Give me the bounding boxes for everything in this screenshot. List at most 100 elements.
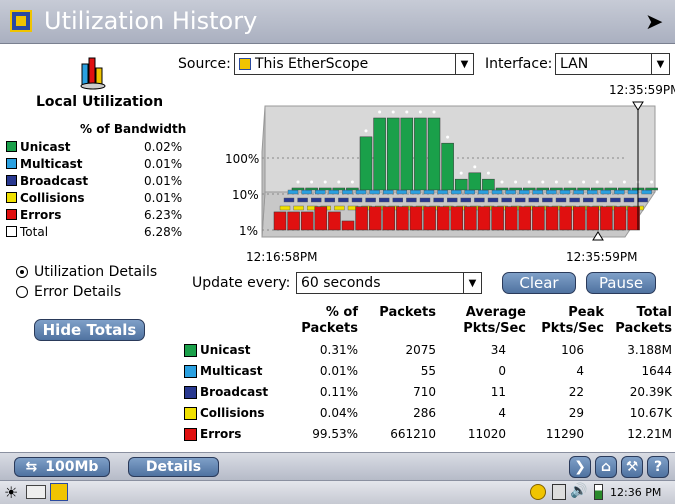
chart-band-segment [351,197,363,203]
chart-bar-errors [464,206,477,231]
chart-band-segment [423,189,435,195]
chart-band-segment [433,197,444,203]
legend-item: Collisions 0.01% [6,189,186,206]
bandwidth-column-header: % of Bandwidth [80,122,187,136]
chart-peak-dot [405,110,409,114]
chart-bar-errors [491,206,504,231]
chart-bar-errors [532,206,545,231]
chart-bar-errors [545,206,559,231]
battery-icon[interactable] [594,484,603,500]
chart-bar-errors [477,206,491,231]
chart-bar-errors [450,206,464,231]
clear-button[interactable]: Clear [502,272,576,294]
tools-icon[interactable]: ⚒ [621,456,643,478]
source-label: Source: [178,56,231,72]
chart-bar-errors [328,211,341,231]
chart-band-segment [310,197,322,203]
chart-band-segment [451,189,462,195]
chart-band-segment [464,189,475,195]
chart-band-segment [583,197,594,203]
chart-peak-dot [500,180,504,184]
chart-band-segment [283,197,295,203]
chart-peak-dot [650,180,654,184]
chart-band-segment [501,197,512,203]
chart-peak-dot [609,180,613,184]
chevron-down-icon: ▼ [651,54,669,74]
chart-bar-unicast [359,136,373,191]
chart-band-segment [600,189,611,195]
swap-arrows-icon: ⇆ [25,459,38,475]
app-icon [10,10,32,32]
column-header: Peak Pkts/Sec [541,305,604,336]
chart-peak-dot [350,180,354,184]
chart-bar-unicast [618,187,631,191]
update-every-label: Update every: [192,275,291,291]
clock: 12:36 PM [610,486,662,499]
collisions-swatch [6,192,17,203]
chart-band-segment [555,197,567,203]
chart-peak-dot [391,110,395,114]
start-menu-icon[interactable]: ☀ [4,483,24,502]
forward-icon[interactable]: ❯ [569,456,591,478]
help-icon[interactable]: ? [647,456,669,478]
chart-bar-errors [600,206,613,231]
chart-band-segment [369,189,380,195]
chart-band-segment [437,189,448,195]
utilization-legend: Unicast 0.02% Multicast 0.01% Broadcast 0.0… [6,138,186,240]
broadcast-swatch [184,385,197,399]
chart-band-segment [287,189,299,195]
chart-band-segment [297,197,308,203]
column-header: Average Pkts/Sec [463,305,526,336]
storage-icon[interactable] [552,484,566,500]
chart-band-segment [378,197,390,203]
window-title: Utilization History [44,7,258,35]
legend-item: Errors 6.23% [6,206,186,223]
chart-bar-errors [423,206,436,231]
status-icon[interactable] [530,484,546,500]
chart-bar-errors [382,206,396,231]
pointer-help-icon[interactable]: ➤ [645,10,663,35]
legend-item: Unicast 0.02% [6,138,186,155]
chart-band-segment [505,189,516,195]
update-interval-select[interactable]: 60 seconds ▼ [296,272,482,294]
source-select[interactable]: This EtherScope ▼ [234,53,474,75]
chart-peak-dot [310,180,314,184]
y-tick-label: 100% [225,152,260,166]
chart-band-segment [396,189,408,195]
chart-peak-dot [296,180,300,184]
hide-totals-button[interactable]: Hide Totals [34,319,145,341]
chart-bar-unicast [577,187,590,191]
chart-band-segment [573,189,584,195]
chart-bar-unicast [305,187,318,191]
chart-peak-dot [337,180,341,184]
home-icon[interactable]: ⌂ [595,456,617,478]
chart-band-segment [623,197,635,203]
chart-peak-dot [432,110,436,114]
chart-bar-errors [504,206,518,231]
link-speed-button[interactable]: ⇆ 100Mb [14,457,110,477]
errors-swatch [6,209,17,220]
chart-peak-dot [514,180,518,184]
total-swatch [6,226,17,237]
chart-bar-unicast [441,142,454,191]
pause-button[interactable]: Pause [586,272,656,294]
chart-band-segment [314,189,326,195]
details-button[interactable]: Details [128,457,219,477]
chart-band-segment [627,189,639,195]
chart-band-segment [279,205,291,211]
legend-item: Broadcast 0.01% [6,172,186,189]
unicast-swatch [6,141,17,152]
chart-bar-errors [518,206,532,231]
chart-band-segment [338,197,349,203]
chart-bar-unicast [645,187,658,191]
chart-band-segment [474,197,485,203]
utilization-details-radio[interactable]: Utilization Details [16,264,157,280]
error-details-radio[interactable]: Error Details [16,284,121,300]
chart-bar-errors [314,206,328,231]
keyboard-icon[interactable] [26,485,46,499]
legend-item: Multicast 0.01% [6,155,186,172]
app-task-icon[interactable] [50,483,68,501]
chart-peak-dot [595,180,599,184]
speaker-icon[interactable]: 🔊 [570,483,587,499]
interface-select[interactable]: LAN ▼ [555,53,670,75]
